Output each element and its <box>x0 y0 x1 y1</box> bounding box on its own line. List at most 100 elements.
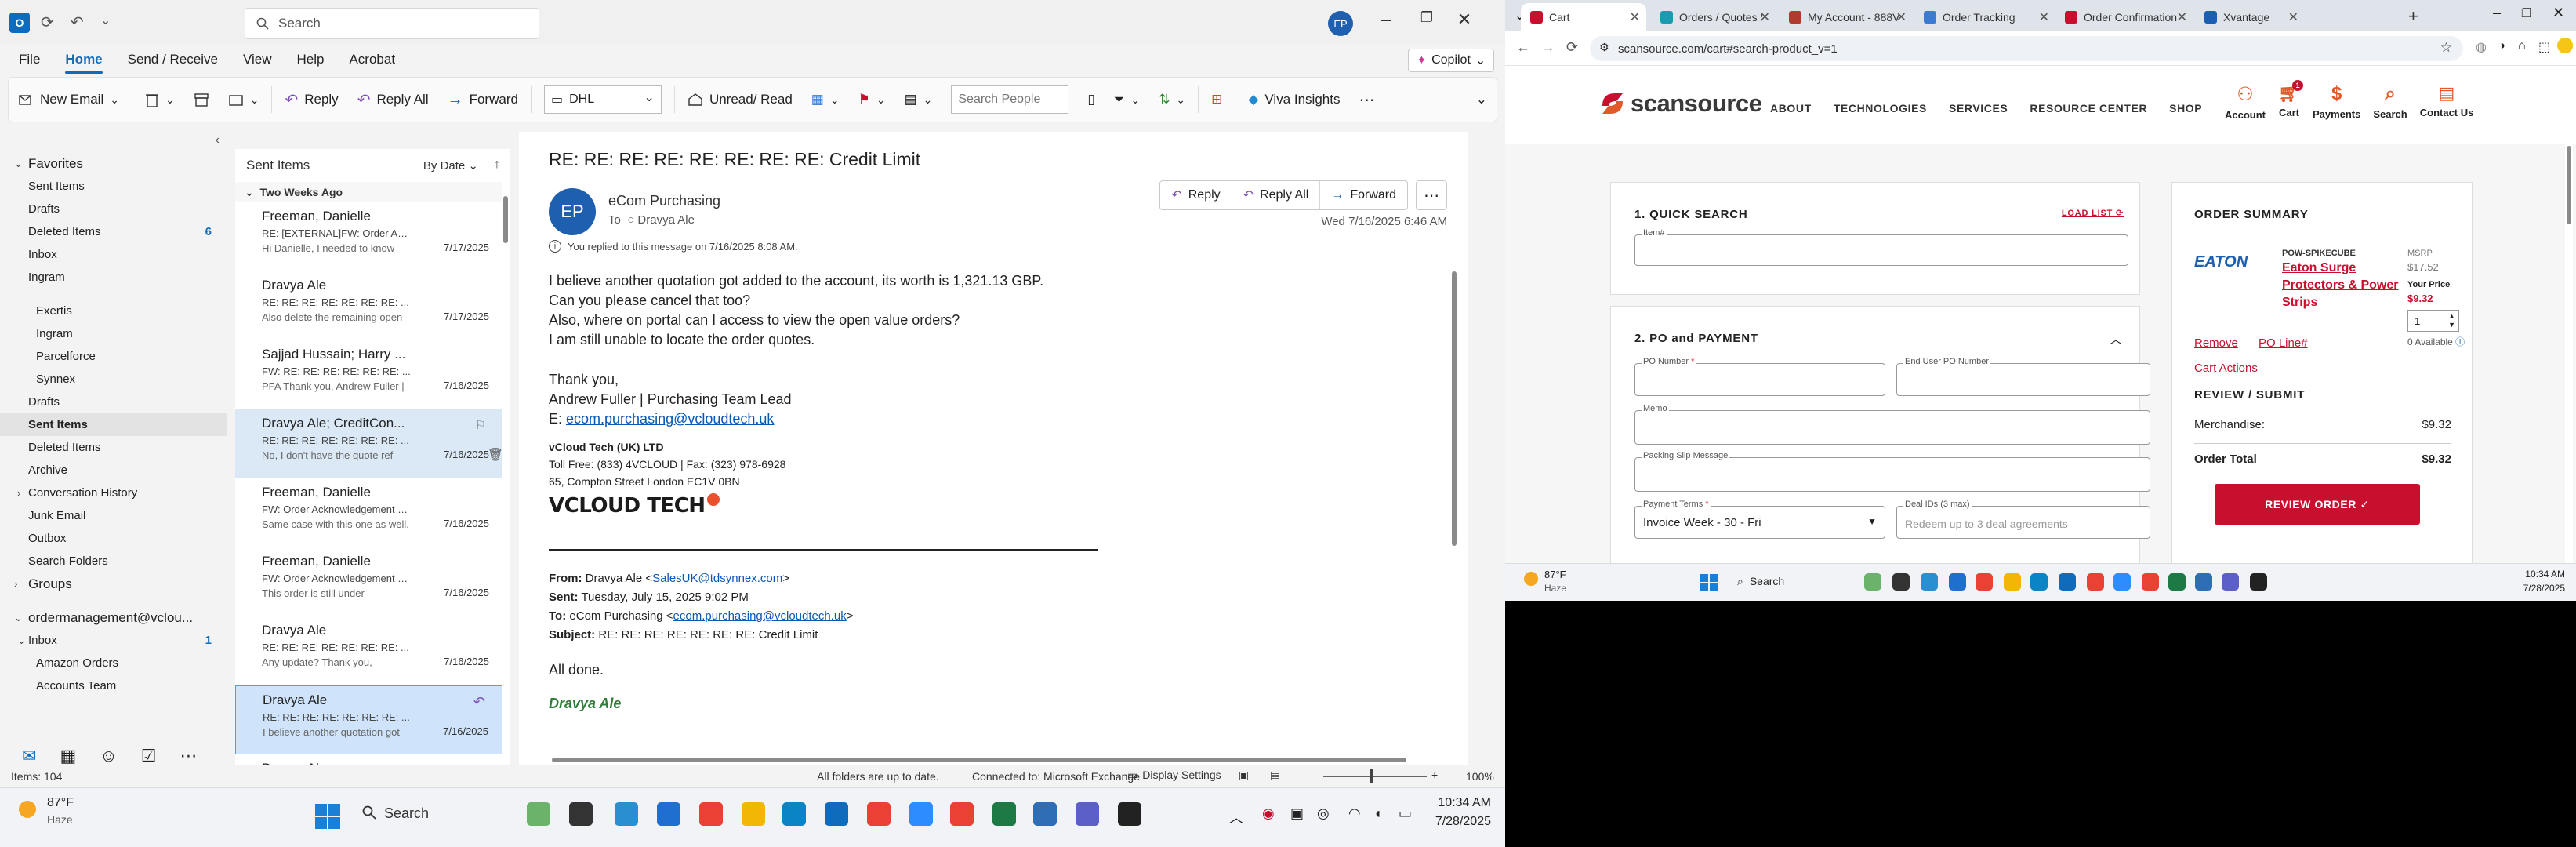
send-receive-icon[interactable]: ⟳ <box>41 13 54 32</box>
extension-icon[interactable]: ◍ <box>2476 39 2487 55</box>
folder-expand-icon[interactable]: ⌄ <box>17 634 26 647</box>
tray-app2-icon[interactable]: ◎ <box>1317 805 1330 822</box>
tab-close-icon[interactable]: ✕ <box>1896 9 1907 25</box>
folder-item[interactable]: ⌄ ordermanagement@vclou... <box>0 606 227 629</box>
chrome-icon[interactable] <box>1976 573 1993 591</box>
payment-terms-select[interactable]: Payment Terms * Invoice Week - 30 - Fri ▼ <box>1634 500 1885 539</box>
folder-item[interactable]: Drafts <box>0 391 227 413</box>
search-box[interactable]: Search <box>245 8 539 39</box>
profile-avatar[interactable] <box>2557 38 2573 53</box>
folder-item[interactable]: › Conversation History <box>0 482 227 504</box>
folder-item[interactable]: Sent Items <box>0 175 227 198</box>
tray-meet-icon[interactable]: ▣ <box>1290 805 1304 822</box>
back-icon[interactable]: ← <box>1516 39 1530 56</box>
review-order-button[interactable]: REVIEW ORDER ✓ <box>2215 484 2420 525</box>
zoom-in-icon[interactable]: + <box>1431 769 1438 781</box>
flag-button[interactable]: ⚑ ⌄ <box>849 84 895 115</box>
url-input[interactable]: ⚙ scansource.com/cart#search-product_v=1 ☆ <box>1590 36 2463 61</box>
folder-item[interactable]: Inbox <box>0 243 227 266</box>
browser-tab[interactable]: Xvantage ✕ <box>2195 3 2305 31</box>
item-number-input[interactable]: Item# <box>1634 228 2128 266</box>
new-email-button[interactable]: New Email ⌄ <box>9 84 129 115</box>
quick-access-chevron-icon[interactable]: ⌄ <box>100 13 111 28</box>
restore-icon[interactable]: ❐ <box>2521 6 2531 20</box>
scansource-logo[interactable]: scansource <box>1599 89 1762 118</box>
excel-icon[interactable] <box>2168 573 2186 591</box>
memo-textarea[interactable]: Memo <box>1634 404 2150 445</box>
folder-item[interactable]: Ingram <box>0 322 227 345</box>
windows-start-icon[interactable] <box>1700 573 1718 596</box>
calculator-icon[interactable] <box>657 802 680 826</box>
folder-item[interactable]: Sent Items <box>0 413 227 436</box>
windows-start-icon[interactable] <box>314 802 342 831</box>
tab-close-icon[interactable]: ✕ <box>1630 9 1640 25</box>
list-item[interactable]: Freeman, Danielle RE: [EXTERNAL]FW: Order… <box>235 202 510 271</box>
taskbar-search[interactable]: ⌕ Search <box>1737 575 1784 588</box>
app-icon[interactable] <box>1033 802 1057 826</box>
avatar[interactable]: EP <box>1328 11 1353 36</box>
page-scrollbar[interactable] <box>2565 144 2573 583</box>
list-item[interactable]: Freeman, Danielle FW: Order Acknowledgeme… <box>235 478 510 547</box>
new-tab-icon[interactable]: + <box>2408 6 2418 27</box>
folder-item[interactable]: Archive <box>0 459 227 482</box>
product-name-link[interactable]: Eaton Surge Protectors & Power Strips <box>2282 260 2400 311</box>
more-commands-button[interactable]: ⋯ <box>1349 84 1384 115</box>
list-item[interactable]: Dravya Ale RE: RE: RE: RE: RE: RE: RE: ..… <box>235 685 510 754</box>
address-book-button[interactable]: ▯ <box>1078 84 1104 115</box>
folder-item[interactable]: › Groups <box>0 573 227 595</box>
reply-all-button[interactable]: ↶ Reply All <box>1232 181 1321 209</box>
po-line-link[interactable]: PO Line# <box>2259 336 2308 350</box>
rules-button[interactable]: ▤ ⌄ <box>895 84 942 115</box>
teams-icon[interactable] <box>1076 802 1099 826</box>
browser-tab[interactable]: Orders / Quotes Sea...✕ <box>1651 3 1776 31</box>
browser-tab[interactable]: My Account - 888Vo...✕ <box>1780 3 1913 31</box>
folder-item[interactable]: Amazon Orders <box>0 652 227 674</box>
normal-view-icon[interactable]: ▣ <box>1239 769 1249 782</box>
bookmark-star-icon[interactable]: ☆ <box>2440 40 2452 56</box>
calculator-icon[interactable] <box>1949 573 1966 591</box>
forward-button[interactable]: → Forward <box>438 84 528 115</box>
reload-icon[interactable]: ⟳ <box>1566 39 1578 56</box>
extension2-icon[interactable]: ◑ <box>2498 39 2505 53</box>
folder-item[interactable]: ⌄ Inbox 1 <box>0 629 227 652</box>
menu-file[interactable]: File <box>19 47 40 72</box>
sort-by-date[interactable]: By Date ⌄ <box>423 158 478 173</box>
nav-shop[interactable]: SHOP <box>2169 102 2202 115</box>
folder-expand-icon[interactable]: › <box>14 578 17 590</box>
quick-step-dropdown[interactable]: ▭ DHL <box>543 85 662 114</box>
edge-icon[interactable] <box>2030 573 2048 591</box>
sender-name[interactable]: eCom Purchasing <box>608 193 720 209</box>
folder-expand-icon[interactable]: ⌄ <box>14 158 23 170</box>
browser-tab[interactable]: Order Tracking ✕ <box>1914 3 2055 31</box>
collapse-ribbon-button[interactable]: ⌄ <box>1467 84 1497 115</box>
folder-item[interactable]: Deleted Items <box>0 436 227 459</box>
tab-close-icon[interactable]: ✕ <box>1760 9 1770 25</box>
folder-item[interactable]: Search Folders <box>0 550 227 573</box>
mail-icon[interactable]: ✉ <box>22 746 36 766</box>
display-settings-button[interactable]: ▭ Display Settings <box>1127 769 1221 782</box>
reply-all-button[interactable]: ↶ Reply All <box>348 84 438 115</box>
people-icon[interactable]: ☺ <box>100 746 117 766</box>
nav-about[interactable]: ABOUT <box>1770 102 1812 115</box>
taskbar-app-icon[interactable] <box>1864 573 1881 591</box>
tray-app-icon[interactable]: ◉ <box>1262 805 1275 822</box>
apps-button[interactable]: ⊞ <box>1202 84 1232 115</box>
signature-email-link[interactable]: ecom.purchasing@vcloudtech.uk <box>566 411 774 427</box>
folder-item[interactable]: ⌄ Favorites <box>0 152 227 175</box>
zoom-thumb[interactable] <box>1370 769 1373 783</box>
clock-time[interactable]: 10:34 AM <box>1420 796 1491 810</box>
wifi-icon[interactable]: ◠ <box>1348 805 1361 822</box>
extension3-icon[interactable]: ⌂ <box>2518 39 2526 53</box>
chrome-icon[interactable] <box>867 802 891 826</box>
zoom-icon[interactable] <box>909 802 933 826</box>
teams-icon[interactable] <box>2222 573 2239 591</box>
folder-item[interactable]: Deleted Items 6 <box>0 220 227 243</box>
sort-button[interactable]: ⇅ ⌄ <box>1149 84 1195 115</box>
categorize-button[interactable]: ▦ ⌄ <box>802 84 849 115</box>
sender-avatar[interactable]: EP <box>549 188 596 235</box>
clock-date[interactable]: 7/28/2025 <box>1420 815 1491 829</box>
folder-item[interactable]: Exertis <box>0 300 227 322</box>
file-explorer-icon[interactable] <box>2004 573 2021 591</box>
search-people-input[interactable]: Search People <box>951 85 1069 114</box>
calendar-icon[interactable]: ▦ <box>60 746 76 766</box>
